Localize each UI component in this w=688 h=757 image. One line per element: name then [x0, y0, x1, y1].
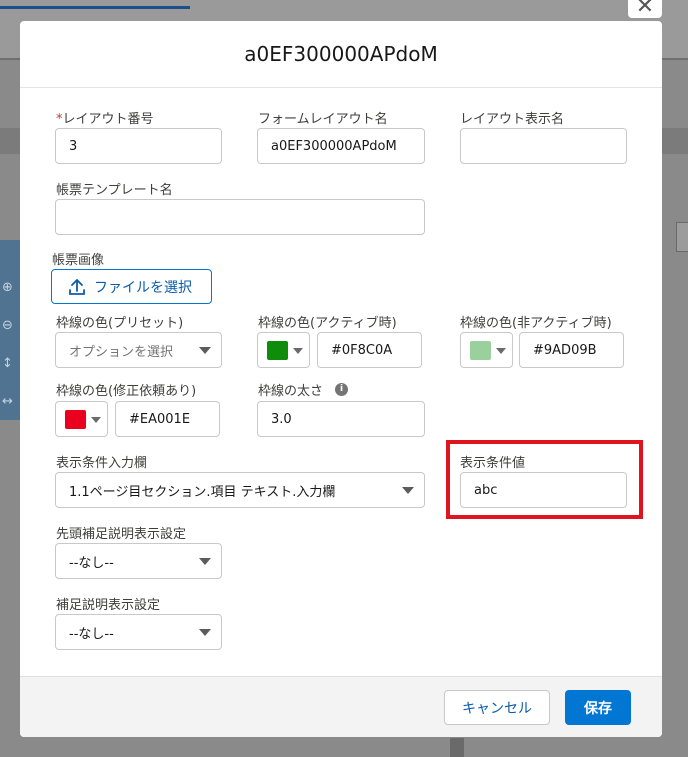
background-right-control — [676, 222, 688, 252]
border-active-color-picker[interactable] — [257, 332, 310, 368]
border-preset-placeholder: オプションを選択 — [69, 344, 174, 360]
condition-input-select[interactable]: 1.1ページ目セクション.項目 テキスト.入力欄 — [55, 472, 425, 508]
border-active-color-input[interactable]: #0F8C0A — [317, 332, 422, 368]
chevron-down-icon — [496, 348, 506, 354]
choose-file-label: ファイルを選択 — [94, 279, 192, 296]
layout-display-name-input[interactable] — [460, 128, 627, 164]
background-left-toolbar: ⊕ ⊖ ↕ ↔ — [0, 240, 20, 420]
border-thickness-label: 枠線の太さ — [258, 384, 324, 399]
info-icon[interactable]: i — [335, 383, 348, 396]
background-bottom-strip — [450, 738, 464, 757]
border-revision-color-input[interactable]: #EA001E — [115, 401, 220, 437]
choose-file-button[interactable]: ファイルを選択 — [51, 269, 212, 304]
template-name-input[interactable] — [55, 199, 425, 235]
modal-title: a0EF300000APdoM — [244, 42, 438, 66]
border-inactive-label: 枠線の色(非アクティブ時) — [460, 316, 612, 331]
border-preset-select[interactable]: オプションを選択 — [55, 332, 222, 368]
color-swatch — [470, 341, 491, 360]
border-revision-label: 枠線の色(修正依頼あり) — [56, 384, 197, 399]
border-thickness-input[interactable]: 3.0 — [257, 401, 425, 437]
form-layout-name-label: フォームレイアウト名 — [258, 112, 388, 127]
background-active-tab-indicator — [0, 6, 190, 9]
horizontal-resize-icon: ↔ — [2, 394, 13, 409]
border-preset-label: 枠線の色(プリセット) — [56, 316, 184, 331]
form-layout-name-input[interactable]: a0EF300000APdoM — [257, 128, 425, 164]
condition-input-label: 表示条件入力欄 — [56, 456, 148, 471]
border-active-label: 枠線の色(アクティブ時) — [258, 316, 397, 331]
upload-icon — [69, 278, 85, 295]
border-inactive-color-picker[interactable] — [460, 332, 513, 368]
leading-note-value: --なし-- — [69, 555, 114, 571]
chevron-down-icon — [402, 487, 414, 494]
chevron-down-icon — [199, 558, 211, 565]
leading-note-select[interactable]: --なし-- — [55, 543, 222, 579]
chevron-down-icon — [199, 347, 211, 354]
note-value: --なし-- — [69, 626, 114, 642]
modal-header: a0EF300000APdoM — [20, 21, 662, 88]
color-swatch — [267, 341, 288, 360]
zoom-out-icon: ⊖ — [2, 318, 13, 333]
border-inactive-color-input[interactable]: #9AD09B — [519, 332, 624, 368]
chevron-down-icon — [199, 629, 211, 636]
vertical-resize-icon: ↕ — [2, 356, 13, 371]
modal-body: *レイアウト番号 3 フォームレイアウト名 a0EF300000APdoM レイ… — [20, 88, 662, 676]
border-revision-color-picker[interactable] — [55, 401, 108, 437]
note-select[interactable]: --なし-- — [55, 614, 222, 650]
note-label: 補足説明表示設定 — [56, 598, 161, 613]
color-swatch — [65, 410, 86, 429]
layout-number-input[interactable]: 3 — [55, 128, 222, 164]
chevron-down-icon — [91, 417, 101, 423]
modal-footer: キャンセル 保存 — [20, 676, 662, 737]
zoom-in-icon: ⊕ — [2, 280, 13, 295]
modal-dialog: a0EF300000APdoM *レイアウト番号 3 フォームレイアウト名 a0… — [20, 21, 662, 737]
layout-display-name-label: レイアウト表示名 — [460, 112, 565, 127]
close-icon[interactable]: ✕ — [628, 0, 662, 18]
template-name-label: 帳票テンプレート名 — [56, 183, 173, 198]
highlight-box — [446, 440, 643, 519]
cancel-button[interactable]: キャンセル — [444, 690, 550, 725]
chevron-down-icon — [293, 348, 303, 354]
layout-number-label: *レイアウト番号 — [56, 112, 154, 127]
save-button[interactable]: 保存 — [565, 690, 631, 725]
form-image-label: 帳票画像 — [52, 253, 105, 268]
leading-note-label: 先頭補足説明表示設定 — [56, 527, 187, 542]
condition-input-value: 1.1ページ目セクション.項目 テキスト.入力欄 — [69, 484, 336, 500]
